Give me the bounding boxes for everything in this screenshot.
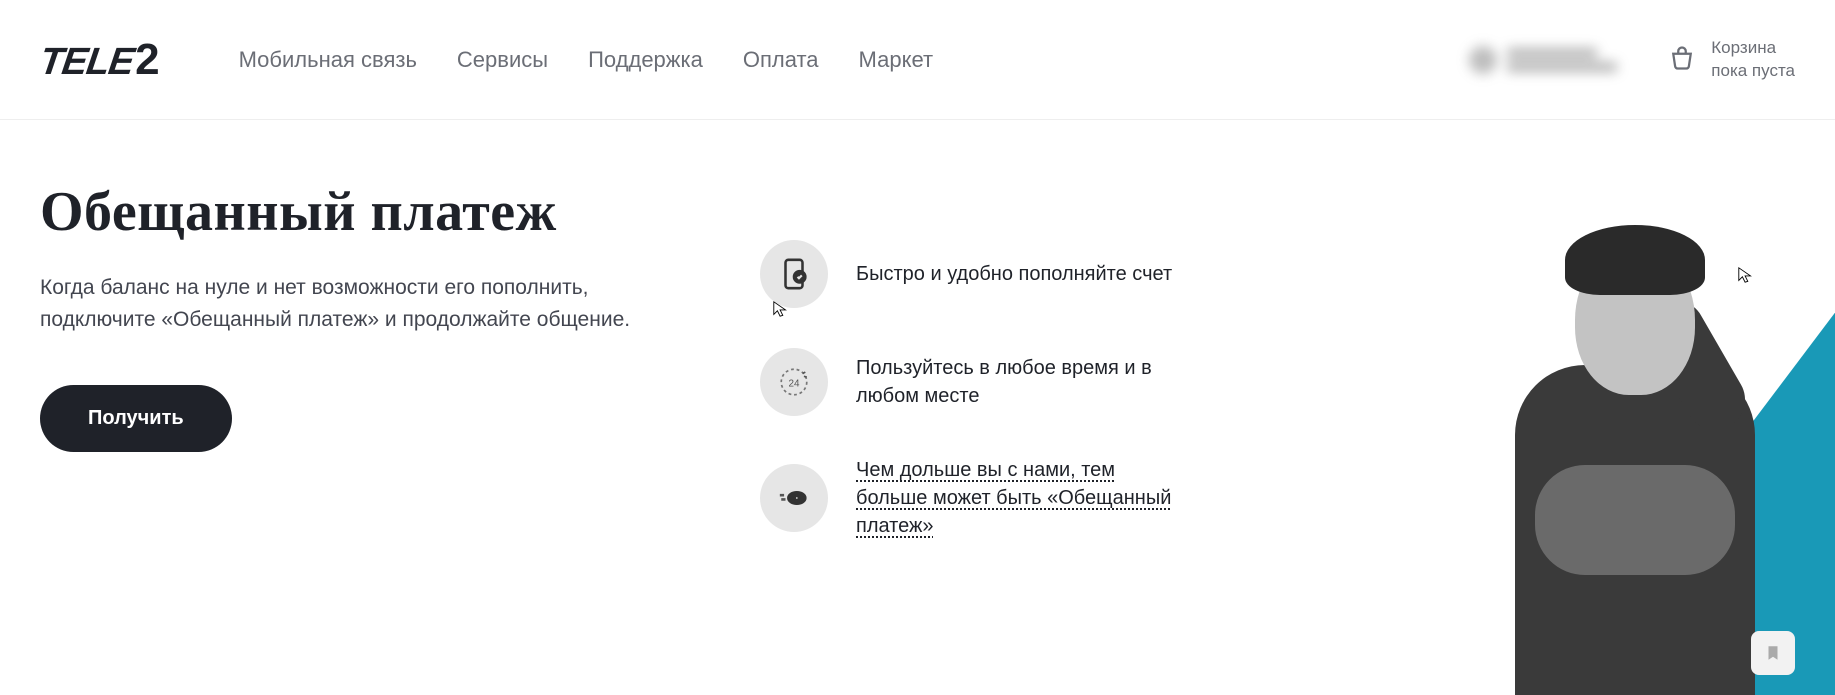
- left-column: Обещанный платеж Когда баланс на нуле и …: [40, 180, 680, 540]
- nav-payment[interactable]: Оплата: [743, 47, 819, 73]
- phone-check-icon: [760, 240, 828, 308]
- cart-button[interactable]: Корзина пока пуста: [1667, 37, 1795, 81]
- logo[interactable]: TELE2: [40, 35, 159, 85]
- feature-text: Быстро и удобно пополняйте счет: [856, 260, 1172, 288]
- money-speed-icon: [760, 464, 828, 532]
- bookmark-icon: [1764, 642, 1782, 664]
- cart-status: пока пуста: [1711, 60, 1795, 82]
- hero-illustration: [1275, 130, 1835, 695]
- page-description: Когда баланс на нуле и нет возможности е…: [40, 272, 640, 335]
- nav-services[interactable]: Сервисы: [457, 47, 548, 73]
- feature-text: Пользуйтесь в любое время и в любом мест…: [856, 354, 1176, 410]
- nav-support[interactable]: Поддержка: [588, 47, 703, 73]
- cursor-icon: [1737, 266, 1755, 284]
- features-list: Быстро и удобно пополняйте счет 24 Польз…: [760, 240, 1176, 540]
- header-right: Корзина пока пуста: [1469, 37, 1795, 81]
- svg-text:24: 24: [788, 378, 800, 389]
- feature-text-link[interactable]: Чем дольше вы с нами, тем больше может б…: [856, 456, 1176, 540]
- get-button[interactable]: Получить: [40, 385, 232, 452]
- nav-market[interactable]: Маркет: [859, 47, 934, 73]
- bookmark-button[interactable]: [1751, 631, 1795, 675]
- nav-mobile[interactable]: Мобильная связь: [239, 47, 417, 73]
- cart-icon: [1667, 45, 1697, 75]
- person-illustration: [1465, 215, 1805, 695]
- cursor-icon: [772, 300, 790, 318]
- main-nav: Мобильная связь Сервисы Поддержка Оплата…: [239, 47, 1470, 73]
- cart-title: Корзина: [1711, 37, 1795, 59]
- avatar-icon: [1469, 46, 1497, 74]
- clock-24-icon: 24: [760, 348, 828, 416]
- page-title: Обещанный платеж: [40, 180, 680, 244]
- account-area-blurred[interactable]: [1469, 46, 1617, 74]
- feature-item: Быстро и удобно пополняйте счет: [760, 240, 1176, 308]
- feature-item: 24 Пользуйтесь в любое время и в любом м…: [760, 348, 1176, 416]
- feature-item: Чем дольше вы с нами, тем больше может б…: [760, 456, 1176, 540]
- site-header: TELE2 Мобильная связь Сервисы Поддержка …: [0, 0, 1835, 120]
